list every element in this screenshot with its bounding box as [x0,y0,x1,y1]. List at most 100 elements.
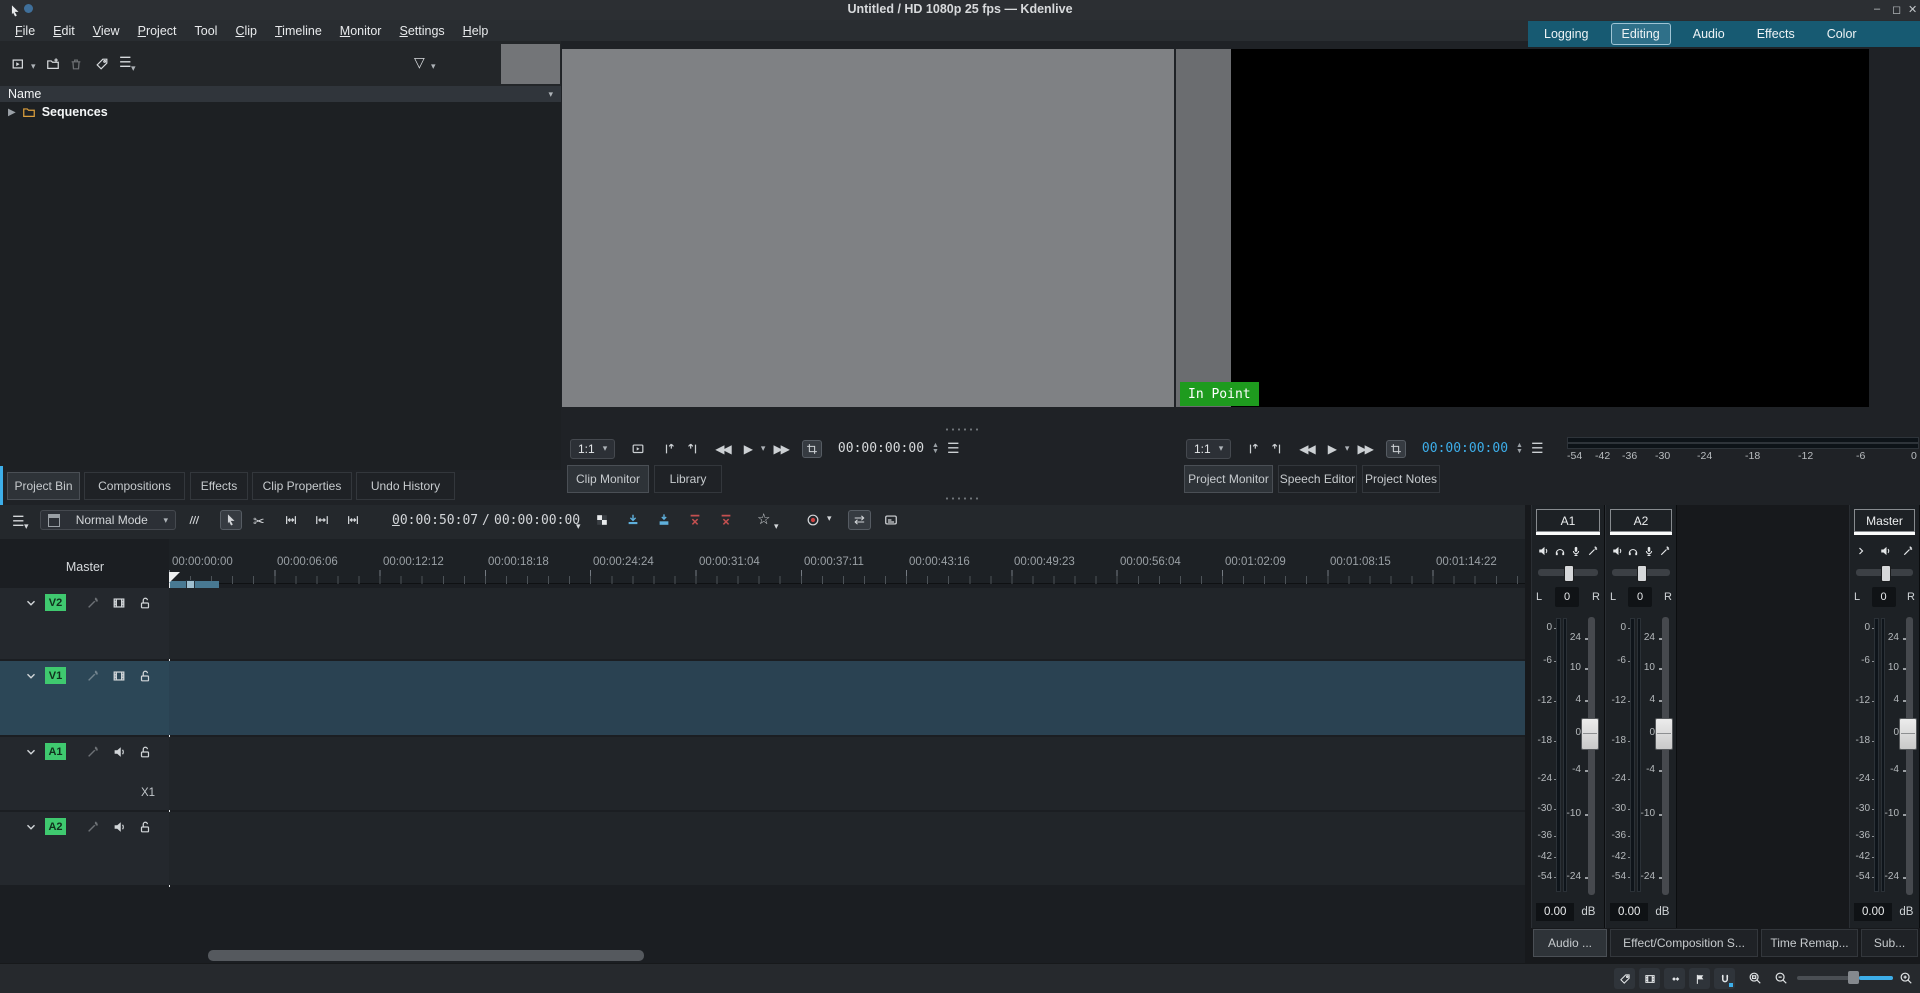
bin-column-header[interactable]: Name ▾ [0,86,561,102]
zone-mode-button[interactable] [802,440,822,458]
timecode-dropdown-arrow[interactable]: ▾ [576,521,581,532]
strip-effects-icon[interactable] [1659,545,1671,557]
add-clip-icon[interactable] [11,57,25,71]
workspace-tab-color[interactable]: Color [1817,24,1867,44]
menu-project[interactable]: Project [129,24,186,38]
zoom-fit-icon[interactable] [1748,971,1762,985]
flag-toggle-button[interactable] [1689,968,1710,989]
splitter-handle[interactable] [944,497,978,500]
track-tools-icon[interactable] [186,513,200,527]
mute-icon[interactable] [1537,545,1549,557]
master-effects-button[interactable]: Master [58,556,112,578]
tab-clip-properties[interactable]: Clip Properties [252,472,352,500]
lift-zone-icon[interactable] [719,513,733,527]
lock-icon[interactable] [138,669,152,683]
track-lane-v1[interactable] [169,661,1525,735]
spacer-tool-icon[interactable] [284,513,298,527]
mix-clips-button[interactable]: ⇄ [848,510,871,530]
record-monitor-icon[interactable] [1570,545,1582,557]
tab-effect-composition-stack[interactable]: Effect/Composition S... [1610,929,1758,957]
minimize-button[interactable]: – [1874,3,1880,15]
track-effects-icon[interactable] [86,669,100,683]
menu-clip[interactable]: Clip [226,24,266,38]
tag-icon[interactable] [95,57,109,71]
resize-item-icon[interactable] [346,513,360,527]
strip-effects-icon[interactable] [1902,545,1914,557]
mute-icon[interactable] [1879,545,1891,557]
balance-value[interactable]: 0 [1555,587,1579,607]
track-lane-v2[interactable] [169,588,1525,659]
menu-timeline[interactable]: Timeline [266,24,331,38]
bin-menu-dropdown-arrow[interactable]: ▾ [131,63,136,74]
film-icon[interactable] [112,669,126,683]
mixer-strip-title[interactable]: A2 [1610,509,1672,532]
menu-view[interactable]: View [84,24,129,38]
track-effects-icon[interactable] [86,745,100,759]
track-header-a1[interactable]: A1 X1 [0,737,169,810]
strip-effects-icon[interactable] [1587,545,1599,557]
track-effects-icon[interactable] [86,596,100,610]
track-header-v2[interactable]: V2 [0,588,169,659]
track-lane-a1[interactable] [169,737,1525,810]
project-monitor-zoom-dropdown[interactable]: 1:1▾ [1186,439,1231,459]
timecode-spinner[interactable]: ▲▼ [1516,443,1523,455]
menu-monitor[interactable]: Monitor [331,24,391,38]
track-name-badge[interactable]: A1 [45,743,66,760]
tab-project-monitor[interactable]: Project Monitor [1184,465,1273,493]
project-monitor-menu-icon[interactable]: ☰ [1531,440,1544,457]
zoom-in-icon[interactable] [1899,971,1913,985]
snap-magnet-button[interactable] [1714,968,1735,989]
tab-time-remap[interactable]: Time Remap... [1761,929,1858,957]
clip-monitor-zoom-dropdown[interactable]: 1:1▾ [570,439,615,459]
timeline-horizontal-scrollbar[interactable] [208,950,644,961]
chevron-down-icon[interactable] [24,745,38,759]
favorite-effects-icon[interactable]: ☆ [757,510,770,528]
zoom-slider-handle[interactable] [1848,971,1859,984]
balance-slider[interactable] [1612,569,1670,576]
volume-fader-handle[interactable] [1899,718,1917,750]
menu-file[interactable]: File [6,24,44,38]
project-monitor-video-area[interactable] [1231,49,1869,407]
balance-handle[interactable] [1637,565,1647,582]
tab-project-notes[interactable]: Project Notes [1362,465,1440,493]
track-lane-a2[interactable] [169,812,1525,885]
list-item[interactable]: ▶ Sequences [0,102,561,122]
zone-in-icon[interactable] [1247,442,1261,456]
edit-mode-dropdown[interactable]: Normal Mode ▾ [40,510,176,530]
volume-fader-track[interactable] [1662,617,1669,895]
timeline-position-timecode[interactable]: 00:00:50:07 [392,513,478,528]
clip-monitor-video-area[interactable] [562,49,1174,407]
keyframes-toggle-button[interactable] [1664,968,1685,989]
lock-icon[interactable] [138,596,152,610]
zoom-out-icon[interactable] [1774,971,1788,985]
selection-tool-button[interactable] [220,510,242,530]
gain-value[interactable]: 0.00 [1536,903,1574,921]
chevron-down-icon[interactable] [24,820,38,834]
filter-dropdown-arrow[interactable]: ▾ [431,61,436,72]
create-folder-icon[interactable] [46,57,60,71]
record-icon[interactable] [806,513,820,527]
close-button[interactable]: ✕ [1908,3,1917,16]
delete-icon[interactable] [69,57,83,71]
chevron-down-icon[interactable] [24,669,38,683]
maximize-button[interactable]: ◻ [1892,3,1901,16]
clip-monitor-timecode[interactable]: 00:00:00:00 [838,441,924,456]
volume-fader-track[interactable] [1906,617,1913,895]
speaker-icon[interactable] [112,745,126,759]
workspace-tab-editing[interactable]: Editing [1611,23,1671,45]
subtitle-icon[interactable] [884,513,898,527]
clip-monitor-menu-icon[interactable]: ☰ [947,440,960,457]
play-button[interactable]: ▶ [1328,442,1337,456]
tab-effects[interactable]: Effects [190,472,248,500]
solo-icon[interactable] [1627,545,1639,557]
rewind-button[interactable]: ◀◀ [1299,442,1313,456]
balance-slider[interactable] [1538,569,1598,576]
volume-fader-track[interactable] [1588,617,1595,895]
track-name-badge[interactable]: V1 [45,667,66,684]
rewind-button[interactable]: ◀◀ [715,442,729,456]
project-monitor-timecode[interactable]: 00:00:00:00 [1422,441,1508,456]
tab-compositions[interactable]: Compositions [84,472,185,500]
menu-settings[interactable]: Settings [390,24,453,38]
bin-menu-icon[interactable]: ☰ [119,54,132,71]
zone-mode-button[interactable] [1386,440,1406,458]
